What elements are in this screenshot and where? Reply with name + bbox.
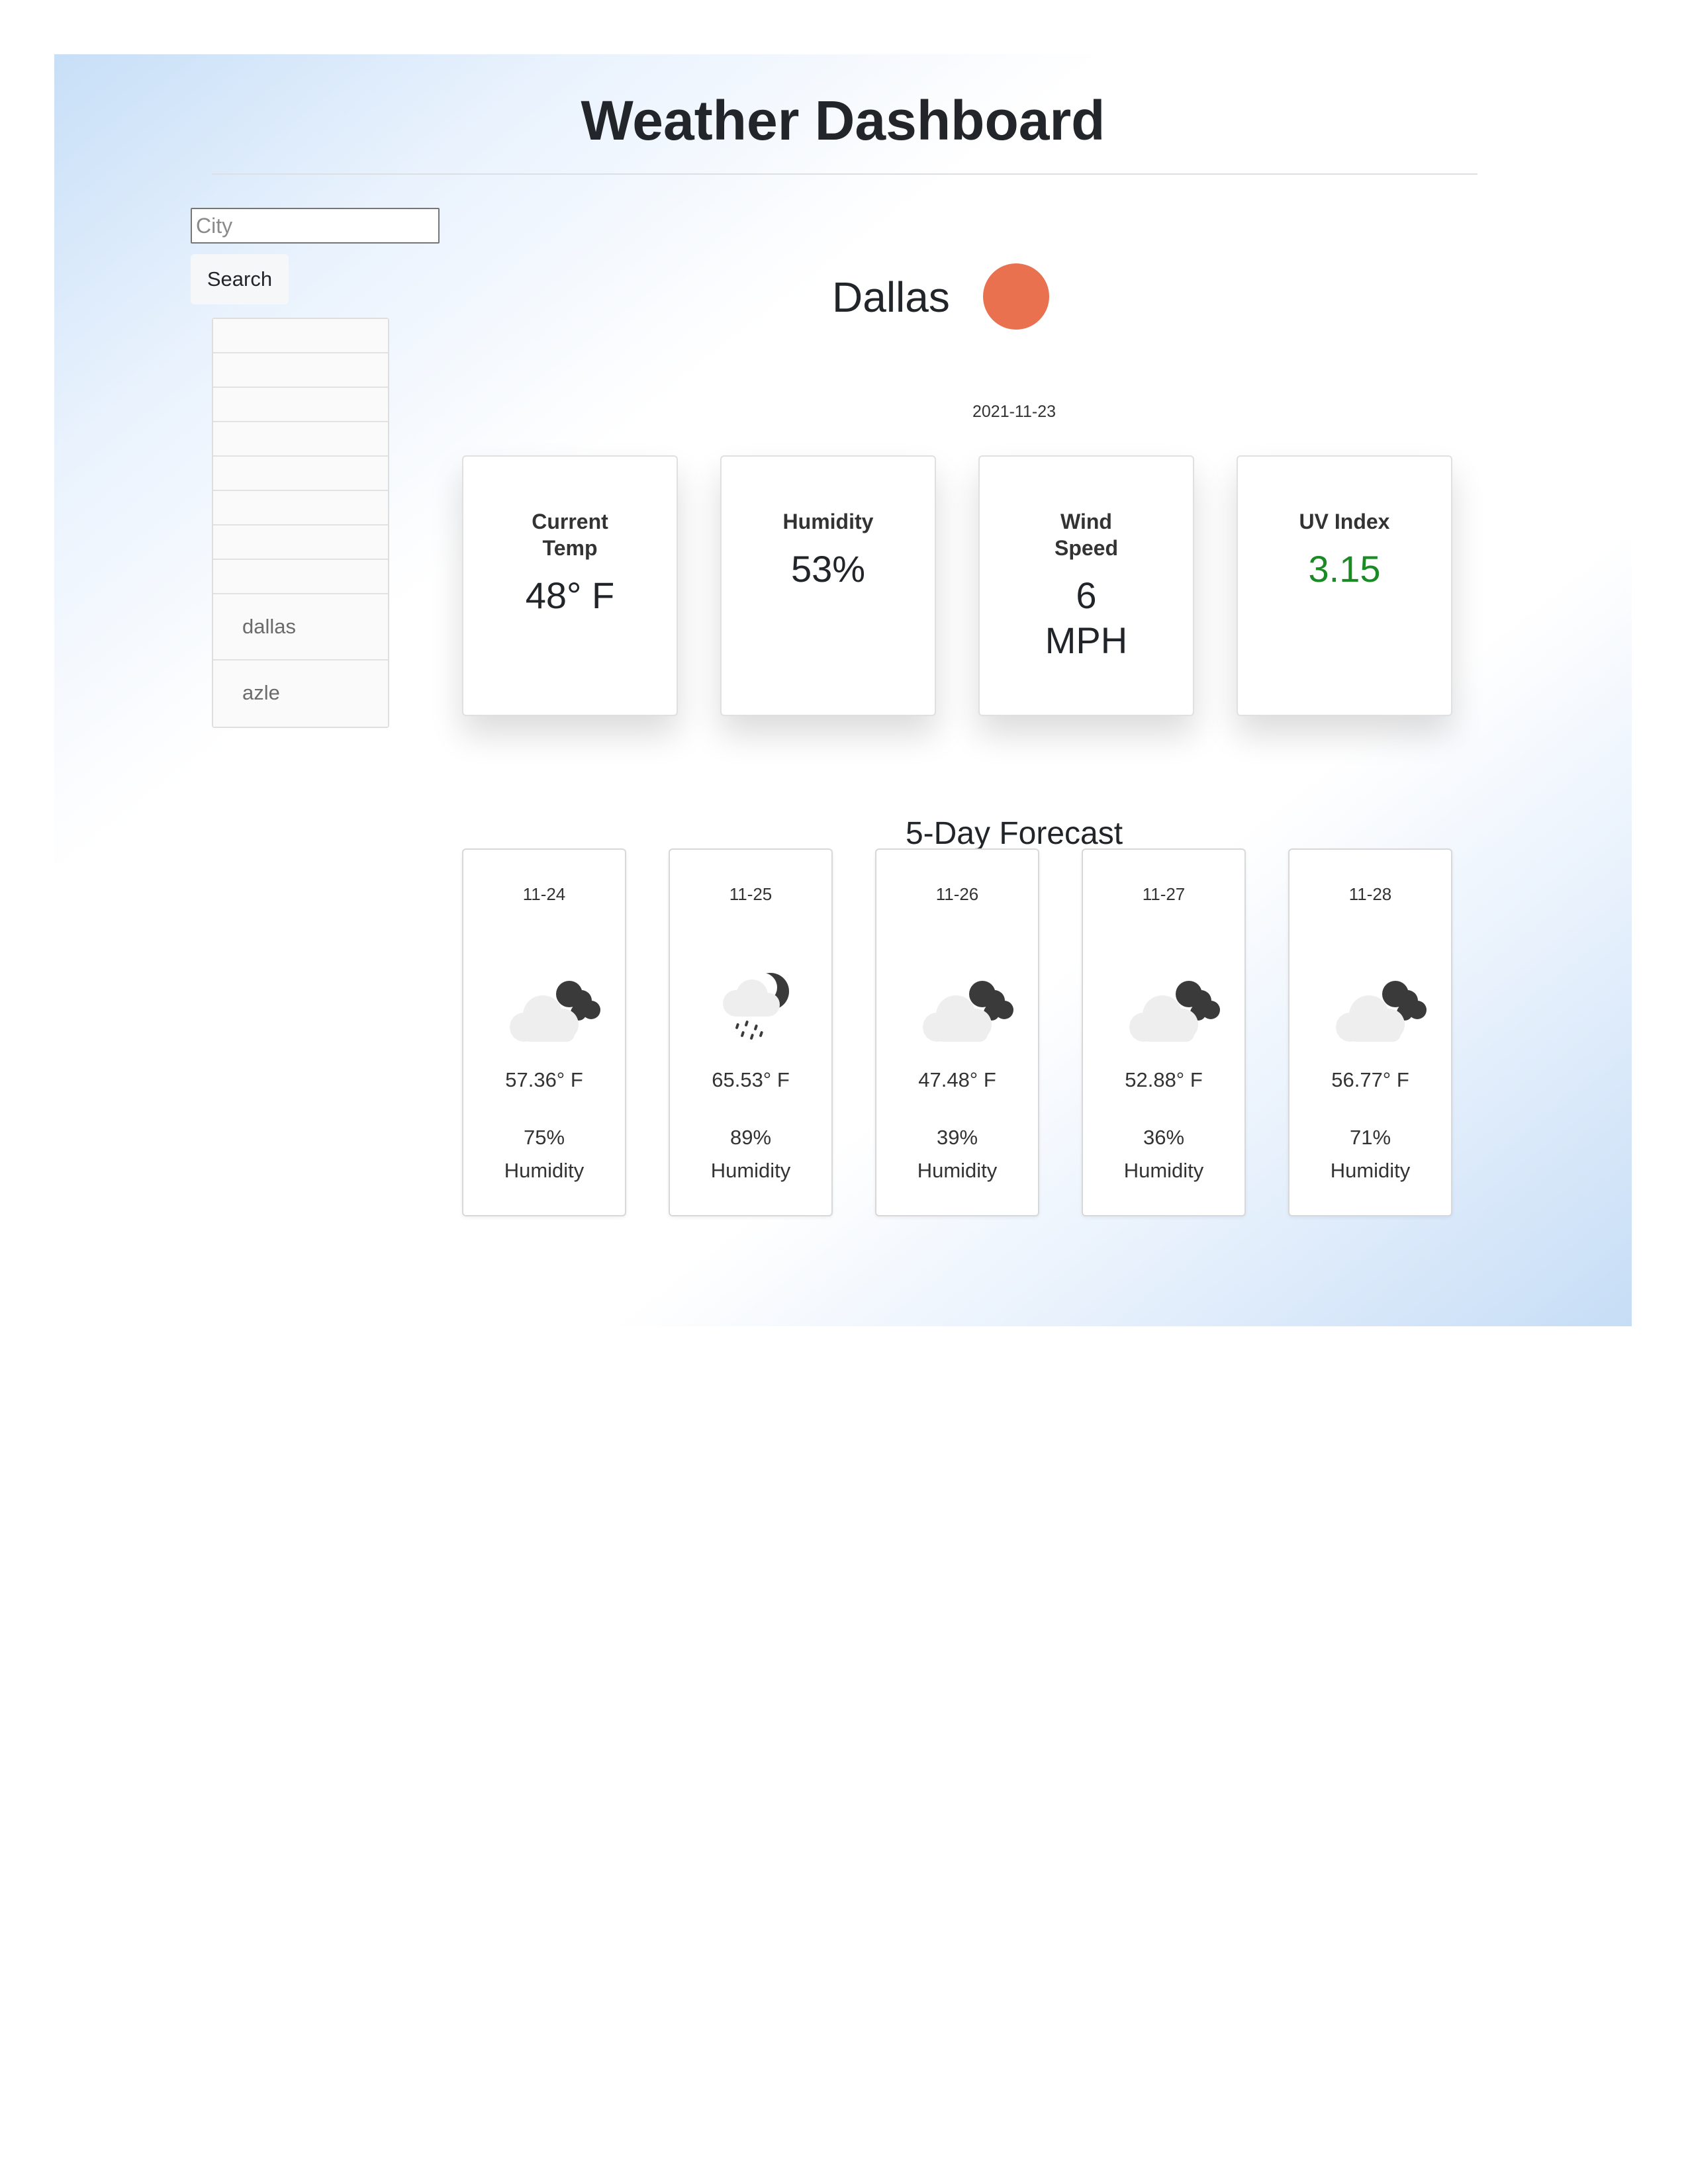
current-city-name: Dallas — [832, 273, 950, 321]
forecast-humidity: 71% Humidity — [1330, 1126, 1411, 1182]
stat-value: 3.15 — [1308, 548, 1381, 590]
city-search-input[interactable] — [191, 208, 440, 244]
cloudy-night-icon — [1332, 962, 1431, 1048]
forecast-date: 11-26 — [935, 884, 979, 904]
current-date: 2021-11-23 — [972, 402, 1056, 421]
history-item[interactable] — [213, 422, 388, 457]
stat-value: 6 MPH — [1045, 574, 1128, 661]
forecast-card: 11-26 47.48° F 39% Humidity — [875, 848, 1039, 1216]
forecast-title: 5-Day Forecast — [905, 816, 1123, 851]
forecast-humidity: 75% Humidity — [504, 1126, 585, 1182]
cloudy-night-icon — [919, 962, 1018, 1048]
uv-index-card: UV Index 3.15 — [1237, 455, 1452, 716]
stat-label: Wind Speed — [1054, 510, 1119, 560]
stat-value: 48° F — [525, 574, 615, 616]
forecast-temp: 47.48° F — [918, 1068, 996, 1091]
forecast-card: 11-24 57.36° F 75% Humidity — [462, 848, 626, 1216]
stat-label: Humidity — [782, 510, 874, 533]
forecast-temp: 56.77° F — [1331, 1068, 1409, 1091]
forecast-temp: 57.36° F — [505, 1068, 583, 1091]
weather-status-dot — [983, 263, 1049, 330]
forecast-humidity: 89% Humidity — [710, 1126, 791, 1182]
title-divider — [212, 173, 1477, 175]
forecast-temp: 65.53° F — [712, 1068, 790, 1091]
stat-label: Current Temp — [532, 510, 608, 560]
history-item[interactable] — [213, 457, 388, 491]
forecast-humidity: 39% Humidity — [917, 1126, 998, 1182]
stat-label: UV Index — [1299, 510, 1390, 533]
cloudy-night-icon — [506, 962, 605, 1048]
history-item-azle[interactable]: azle — [213, 660, 388, 727]
history-item[interactable] — [213, 491, 388, 525]
forecast-card: 11-25 65.53° F 89% Humidity — [669, 848, 833, 1216]
cloudy-night-icon — [1125, 962, 1225, 1048]
forecast-card: 11-28 56.77° F 71% Humidity — [1288, 848, 1452, 1216]
forecast-humidity: 36% Humidity — [1123, 1126, 1204, 1182]
page-title: Weather Dashboard — [581, 89, 1105, 152]
stat-value: 53% — [790, 548, 866, 590]
history-item[interactable] — [213, 319, 388, 353]
current-temp-card: Current Temp 48° F — [462, 455, 678, 716]
search-history-list: dallas azle — [212, 318, 389, 728]
forecast-date: 11-27 — [1142, 884, 1186, 904]
history-item-dallas[interactable]: dallas — [213, 594, 388, 660]
forecast-date: 11-24 — [522, 884, 566, 904]
wind-speed-card: Wind Speed 6 MPH — [978, 455, 1194, 716]
forecast-date: 11-25 — [729, 884, 773, 904]
rain-night-icon — [712, 962, 812, 1048]
history-item[interactable] — [213, 525, 388, 560]
forecast-card: 11-27 52.88° F 36% Humidity — [1082, 848, 1246, 1216]
history-item[interactable] — [213, 388, 388, 422]
humidity-card: Humidity 53% — [720, 455, 936, 716]
dashboard-screen: Weather Dashboard Search dallas azle Dal… — [54, 54, 1632, 1326]
history-item[interactable] — [213, 560, 388, 594]
forecast-temp: 52.88° F — [1125, 1068, 1203, 1091]
forecast-date: 11-28 — [1348, 884, 1392, 904]
history-item[interactable] — [213, 353, 388, 388]
search-button[interactable]: Search — [191, 254, 289, 304]
